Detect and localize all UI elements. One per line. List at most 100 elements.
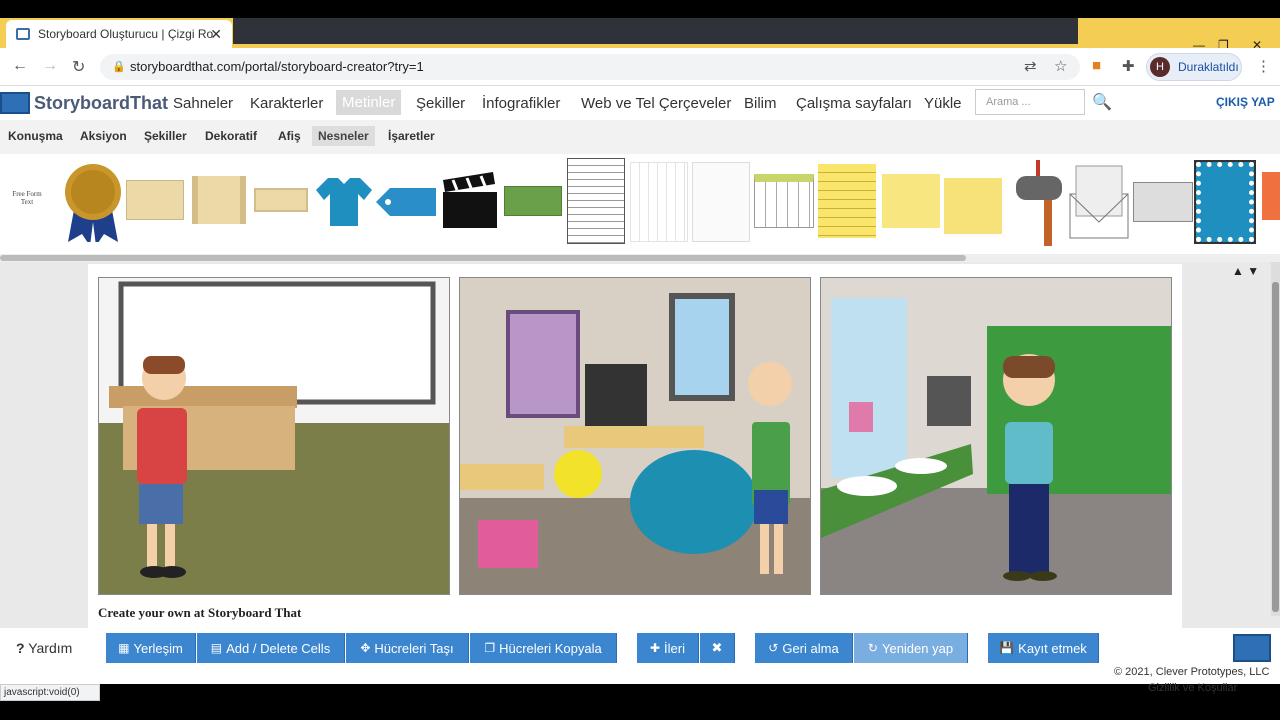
save-icon: 💾 <box>999 641 1015 655</box>
menu-sahneler[interactable]: Sahneler <box>173 95 233 112</box>
question-icon: ? <box>16 640 25 656</box>
palette-scrollbar[interactable] <box>0 254 1280 262</box>
grid-paper-item[interactable] <box>630 162 688 242</box>
profile-label: Duraklatıldı <box>1178 60 1239 74</box>
search-icon[interactable]: 🔍 <box>1092 92 1112 112</box>
layout-button[interactable]: ▦ Yerleşim <box>106 633 196 663</box>
move-icon: ✥ <box>360 641 371 655</box>
storyboard-credit: Create your own at Storyboard That <box>98 605 302 620</box>
ribbon-medal-item[interactable] <box>64 162 122 242</box>
cells-icon: ▤ <box>210 641 223 655</box>
browser-tab-strip: Storyboard Oluşturucu | Çizgi Ro ✕ — ❐ ✕ <box>0 18 1280 52</box>
object-palette: Free Form Text <box>0 154 1280 254</box>
menu-calisma-sayfalari[interactable]: Çalışma sayfaları <box>796 95 912 112</box>
menu-sekiller[interactable]: Şekiller <box>416 95 465 112</box>
tag-item[interactable] <box>376 186 438 218</box>
logo-icon <box>0 92 30 114</box>
translate-icon[interactable]: ⇄ <box>1024 57 1037 75</box>
puzzle-icon[interactable]: ✚ <box>1122 57 1135 75</box>
subnav-dekoratif[interactable]: Dekoratif <box>205 129 257 143</box>
subnav-afis[interactable]: Afiş <box>278 129 301 143</box>
t-shirt-item[interactable] <box>314 176 374 228</box>
subnav-isaretler[interactable]: İşaretler <box>388 129 435 143</box>
menu-yukle[interactable]: Yükle <box>924 95 962 112</box>
storyboard-cell-3[interactable] <box>820 277 1172 595</box>
parchment-banner-item[interactable] <box>126 180 184 220</box>
redo-icon: ↻ <box>867 641 878 655</box>
scroll-item[interactable] <box>192 176 246 224</box>
plus-icon: ✚ <box>649 641 661 655</box>
back-icon[interactable]: ← <box>12 57 28 75</box>
forward-button[interactable]: ✚ İleri <box>637 633 699 663</box>
storyboard-cell-2[interactable] <box>459 277 811 595</box>
menu-bilim[interactable]: Bilim <box>744 95 777 112</box>
profile-button[interactable]: H Duraklatıldı <box>1146 53 1242 81</box>
category-subnav: Konuşma Aksiyon Şekiller Dekoratif Afiş … <box>0 120 1280 154</box>
lock-icon: 🔒 <box>112 61 126 73</box>
privacy-link[interactable]: Gizlilik ve Koşullar <box>1148 682 1237 694</box>
menu-web-tel-cerceveler[interactable]: Web ve Tel Çerçeveler <box>581 95 731 112</box>
avatar: H <box>1150 57 1170 77</box>
site-logo[interactable]: StoryboardThat <box>0 92 168 114</box>
storyboard-logo-icon <box>1233 634 1271 662</box>
redo-button[interactable]: ↻ Yeniden yap <box>854 633 968 663</box>
move-cells-button[interactable]: ✥ Hücreleri Taşı <box>346 633 469 663</box>
fullscreen-button[interactable]: ✖ <box>700 633 735 663</box>
forward-icon[interactable]: → <box>42 57 58 75</box>
copy-cells-button[interactable]: ❐ Hücreleri Kopyala <box>470 633 617 663</box>
legal-pad-item[interactable] <box>818 164 876 238</box>
subnav-konusma[interactable]: Konuşma <box>8 129 63 143</box>
help-label: Yardım <box>28 640 73 656</box>
storyboard: Create your own at Storyboard That <box>88 264 1182 628</box>
top-letterbox <box>0 0 1280 18</box>
paper-scroll-item[interactable] <box>254 188 308 212</box>
clapperboard-item[interactable] <box>441 172 499 230</box>
status-bar: javascript:void(0) <box>0 684 100 701</box>
save-button[interactable]: 💾 Kayıt etmek <box>988 633 1099 663</box>
undo-icon: ↺ <box>768 641 779 655</box>
notepad-item[interactable] <box>567 158 625 244</box>
copy-icon: ❐ <box>484 641 496 655</box>
url-field[interactable]: 🔒 storyboardthat.com/portal/storyboard-c… <box>100 54 1080 80</box>
tab-favicon-icon <box>16 28 30 40</box>
logout-link[interactable]: ÇIKIŞ YAP <box>1216 95 1275 109</box>
subnav-nesneler[interactable]: Nesneler <box>312 126 375 146</box>
undo-button[interactable]: ↺ Geri alma <box>755 633 853 663</box>
bookmark-star-icon[interactable]: ☆ <box>1054 57 1067 75</box>
fullscreen-icon: ✖ <box>711 640 723 655</box>
layout-icon: ▦ <box>118 641 130 655</box>
extension-icon[interactable]: ■ <box>1092 57 1101 74</box>
address-bar: ← → ↻ 🔒 storyboardthat.com/portal/storyb… <box>0 48 1280 86</box>
site-navigation: StoryboardThat Sahneler Karakterler Meti… <box>0 86 1280 120</box>
bottom-letterbox <box>0 701 1280 720</box>
sticky-note-tape-item[interactable] <box>944 178 1002 234</box>
scroll-up-down-icon[interactable]: ▲ ▼ <box>1232 264 1259 278</box>
vertical-scrollbar[interactable] <box>1271 262 1280 616</box>
menu-karakterler[interactable]: Karakterler <box>250 95 323 112</box>
envelope-item[interactable] <box>1068 164 1130 240</box>
search-input[interactable]: Arama ... <box>975 89 1085 115</box>
help-link[interactable]: ? Yardım <box>16 640 72 656</box>
orange-card-item[interactable] <box>1262 172 1280 220</box>
free-form-text-item[interactable]: Free Form Text <box>10 190 44 206</box>
cash-register-item[interactable] <box>1133 182 1193 222</box>
storyboard-cell-1[interactable] <box>98 277 450 595</box>
green-sign-item[interactable] <box>504 186 562 216</box>
subnav-sekiller[interactable]: Şekiller <box>144 129 187 143</box>
menu-infografikler[interactable]: İnfografikler <box>482 95 560 112</box>
sticky-note-pin-item[interactable] <box>882 174 940 228</box>
url-text: storyboardthat.com/portal/storyboard-cre… <box>130 59 424 74</box>
storyboard-canvas: Create your own at Storyboard That ▲ ▼ <box>0 262 1280 628</box>
tab-close-icon[interactable]: ✕ <box>210 26 222 43</box>
more-menu-icon[interactable]: ⋮ <box>1256 57 1271 75</box>
mailbox-item[interactable] <box>1008 158 1066 246</box>
reload-icon[interactable]: ↻ <box>72 57 85 77</box>
menu-metinler[interactable]: Metinler <box>336 90 402 115</box>
blank-paper-item[interactable] <box>692 162 750 242</box>
browser-tab[interactable]: Storyboard Oluşturucu | Çizgi Ro ✕ <box>6 20 232 48</box>
stamp-item[interactable] <box>1194 160 1256 244</box>
subnav-aksiyon[interactable]: Aksiyon <box>80 129 127 143</box>
calendar-item[interactable] <box>754 174 814 228</box>
add-delete-cells-button[interactable]: ▤ Add / Delete Cells <box>197 633 345 663</box>
copyright-text: © 2021, Clever Prototypes, LLC <box>1114 666 1270 678</box>
